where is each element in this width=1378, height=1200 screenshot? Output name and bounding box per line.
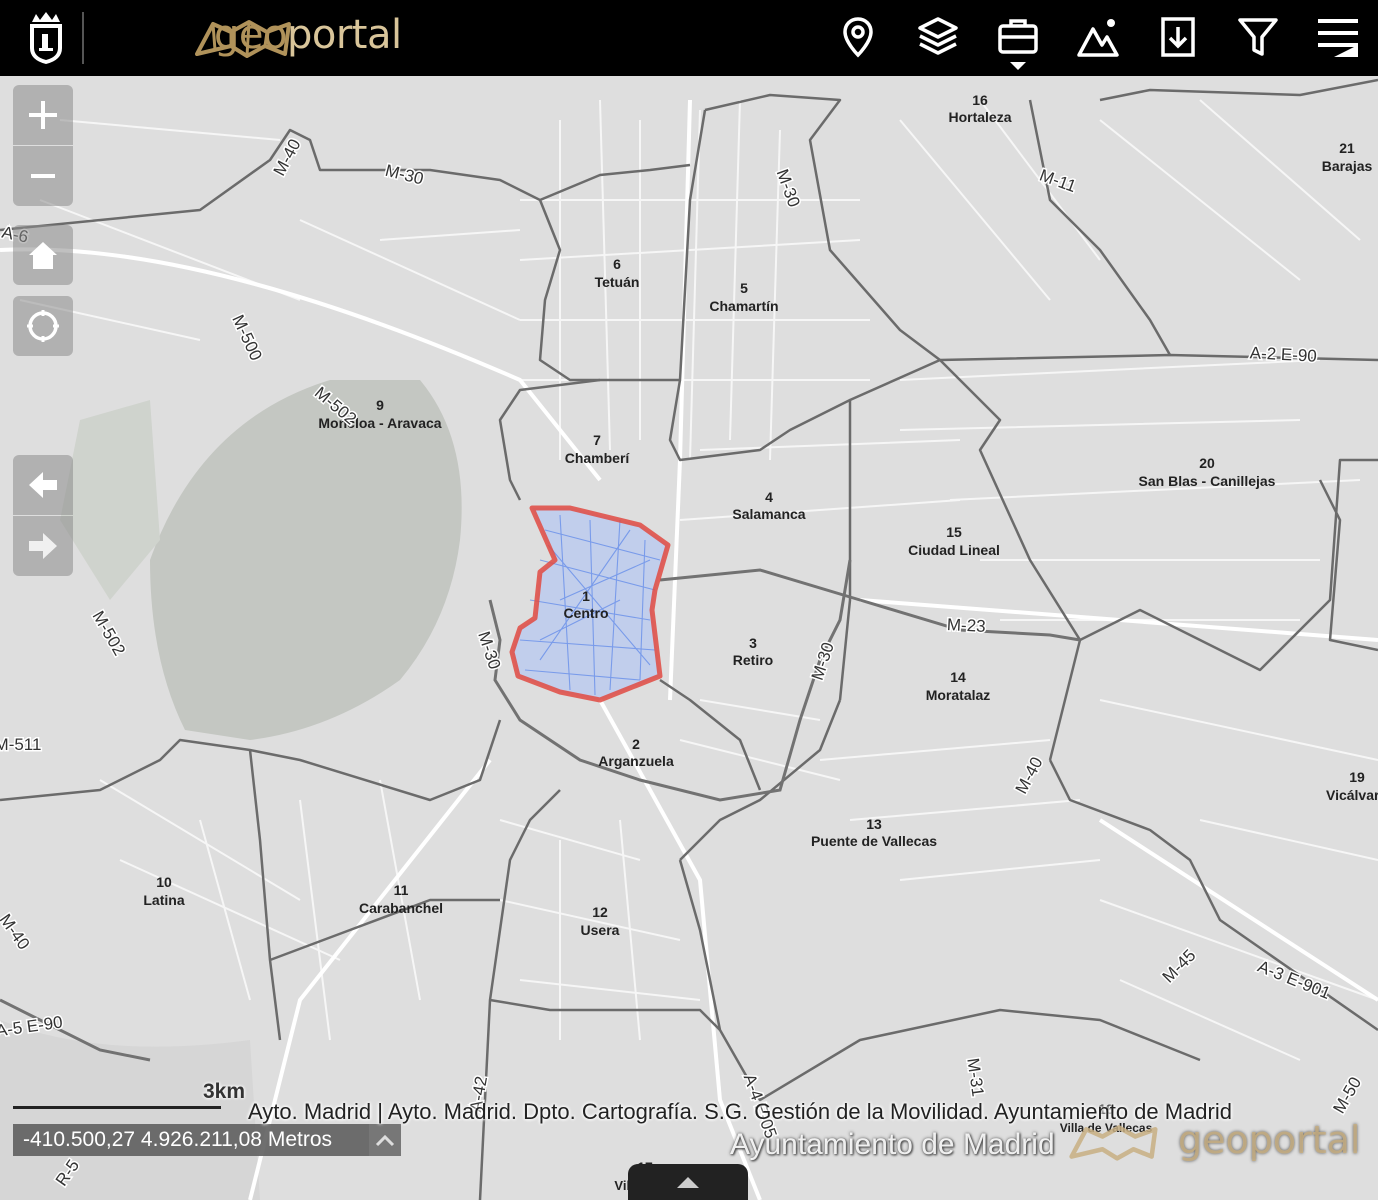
- zoom-out-button[interactable]: [13, 146, 73, 206]
- toolbox-icon: [998, 19, 1038, 54]
- district-5-num: 5: [740, 280, 748, 296]
- location-pin-icon: [843, 17, 873, 58]
- district-4-name: Salamanca: [732, 506, 805, 522]
- district-21-name: Barajas: [1322, 158, 1373, 174]
- watermark-brand: geoportal: [1178, 1118, 1361, 1162]
- layers-button[interactable]: [912, 10, 964, 64]
- district-6-name: Tetuán: [595, 274, 640, 290]
- scale-bar: 3km: [13, 1080, 246, 1116]
- district-21-num: 21: [1339, 140, 1355, 156]
- scale-line: [13, 1106, 221, 1109]
- district-13-name: Puente de Vallecas: [811, 833, 937, 849]
- map-canvas[interactable]: 1 Centro 2 Arganzuela 3 Retiro 4 Salaman…: [0, 76, 1378, 1200]
- brand-prefix: geo: [214, 12, 287, 58]
- district-10-num: 10: [156, 874, 172, 890]
- coordinates-box: -410.500,27 4.926.211,08 Metros: [13, 1124, 401, 1156]
- district-3-name: Retiro: [733, 652, 773, 668]
- bottom-drawer-handle[interactable]: [628, 1164, 748, 1200]
- district-11-name: Carabanchel: [359, 900, 443, 916]
- road-label: A-2 E-90: [1249, 343, 1317, 365]
- district-14-name: Moratalaz: [926, 687, 991, 703]
- home-button[interactable]: [13, 225, 73, 285]
- district-2-name: Arganzuela: [598, 753, 674, 769]
- zoom-in-button[interactable]: [13, 85, 73, 145]
- district-12-num: 12: [592, 904, 608, 920]
- previous-view-button[interactable]: [13, 455, 73, 515]
- location-button[interactable]: [832, 10, 884, 64]
- arrow-left-icon: [29, 472, 57, 498]
- top-bar: geoportal: [0, 0, 1378, 76]
- menu-button[interactable]: [1312, 10, 1364, 64]
- district-6-num: 6: [613, 256, 621, 272]
- coordinates-readout: -410.500,27 4.926.211,08 Metros: [23, 1128, 333, 1151]
- brand-suffix: portal: [286, 12, 402, 58]
- locate-button[interactable]: [13, 296, 73, 356]
- plus-icon: [29, 101, 57, 129]
- district-7-name: Chamberí: [565, 450, 631, 466]
- district-19-num: 19: [1349, 769, 1365, 785]
- filter-icon: [1238, 18, 1278, 56]
- home-icon: [29, 242, 57, 269]
- terrain-button[interactable]: [1072, 10, 1124, 64]
- download-icon: [1161, 17, 1195, 57]
- district-1-name: Centro: [563, 605, 608, 621]
- district-16-name: Hortaleza: [948, 109, 1011, 125]
- road-label: M-23: [946, 615, 986, 636]
- district-9-num: 9: [376, 397, 384, 413]
- tools-button[interactable]: [992, 10, 1044, 70]
- district-10-name: Latina: [143, 892, 184, 908]
- scale-label: 3km: [203, 1080, 246, 1103]
- arrow-right-icon: [29, 533, 57, 559]
- chevron-up-icon: [677, 1177, 699, 1188]
- filter-button[interactable]: [1232, 10, 1284, 64]
- district-16-num: 16: [972, 92, 988, 108]
- district-20-num: 20: [1199, 455, 1215, 471]
- district-2-num: 2: [632, 736, 640, 752]
- watermark-org: Ayuntamiento de Madrid: [730, 1128, 1055, 1161]
- district-1-num: 1: [582, 588, 590, 604]
- district-15-name: Ciudad Lineal: [908, 542, 1000, 558]
- map-svg[interactable]: 1 Centro 2 Arganzuela 3 Retiro 4 Salaman…: [0, 76, 1378, 1200]
- menu-icon: [1318, 19, 1358, 57]
- coordinates-toggle-button[interactable]: [369, 1124, 401, 1156]
- district-19-name: Vicálvaro: [1326, 787, 1378, 803]
- district-4-num: 4: [765, 489, 773, 505]
- district-14-num: 14: [950, 669, 966, 685]
- chevron-up-icon: [375, 1134, 395, 1147]
- road-label: M-511: [0, 735, 41, 754]
- terrain-icon: [1077, 19, 1119, 57]
- district-11-num: 11: [394, 882, 409, 898]
- brand-name[interactable]: geoportal: [214, 12, 402, 58]
- district-7-num: 7: [593, 432, 601, 448]
- district-3-num: 3: [749, 635, 757, 651]
- download-button[interactable]: [1152, 10, 1204, 64]
- district-13-num: 13: [866, 816, 882, 832]
- caret-down-icon: [1010, 62, 1026, 70]
- watermark-logo-icon: [1069, 1125, 1158, 1161]
- layers-icon: [918, 17, 958, 55]
- district-20-name: San Blas - Canillejas: [1139, 473, 1276, 489]
- next-view-button[interactable]: [13, 516, 73, 576]
- district-15-num: 15: [946, 524, 962, 540]
- minus-icon: [31, 174, 55, 178]
- madrid-crest-icon: [30, 12, 62, 64]
- district-12-name: Usera: [581, 922, 620, 938]
- divider: [82, 12, 84, 64]
- district-5-name: Chamartín: [709, 298, 778, 314]
- locate-icon: [27, 310, 59, 342]
